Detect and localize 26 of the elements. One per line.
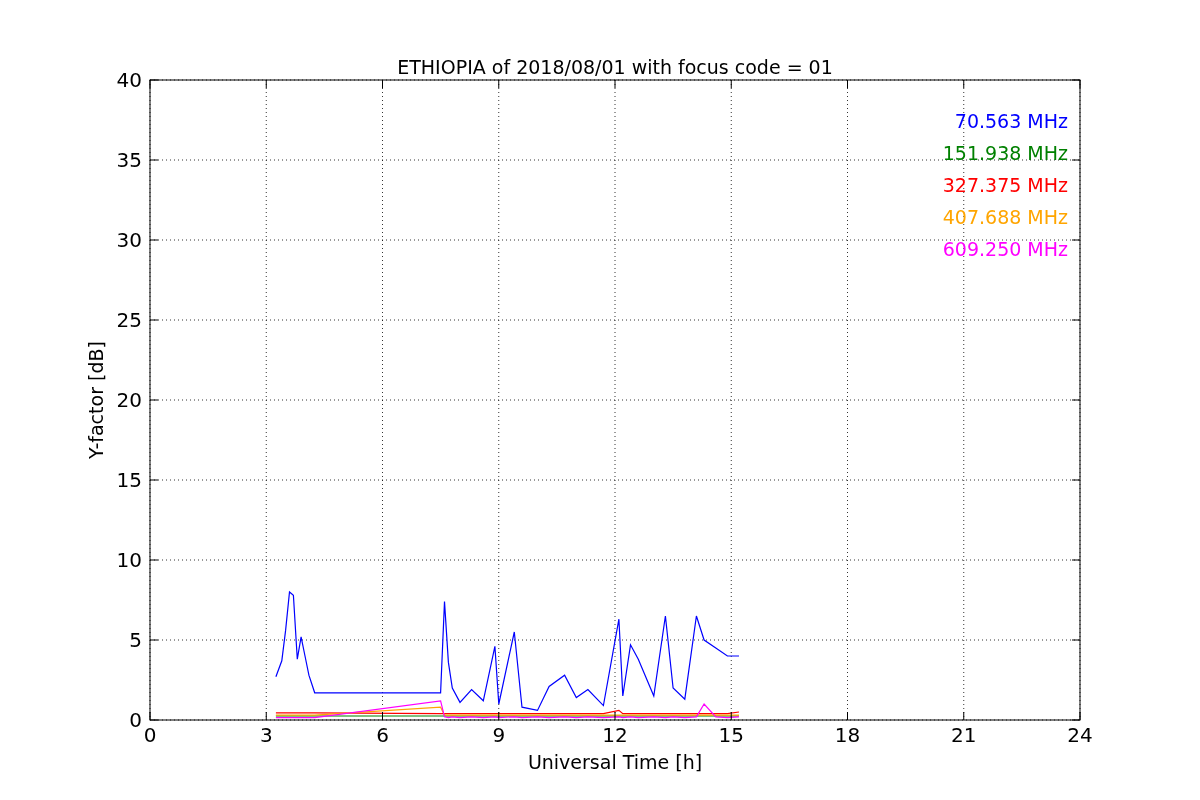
x-tick-label: 15 (718, 723, 744, 747)
x-tick-label: 6 (376, 723, 389, 747)
x-tick-label: 3 (259, 723, 273, 747)
y-axis-label: Y-factor [dB] (85, 341, 107, 459)
chart-title: ETHIOPIA of 2018/08/01 with focus code = 01 (397, 56, 833, 78)
x-tick-label: 24 (1067, 723, 1093, 747)
legend-label: 327.375 MHz (942, 174, 1068, 196)
y-tick-label: 25 (116, 308, 142, 332)
legend-label: 70.563 MHz (954, 110, 1068, 132)
x-tick-label: 0 (143, 723, 157, 747)
y-tick-label: 15 (116, 468, 142, 492)
y-tick-label: 35 (116, 148, 142, 172)
y-tick-label: 20 (116, 388, 142, 412)
legend-label: 151.938 MHz (942, 142, 1068, 164)
x-tick-label: 21 (951, 723, 977, 747)
legend-label: 407.688 MHz (942, 206, 1068, 228)
x-axis-label: Universal Time [h] (527, 751, 703, 773)
legend-label: 609.250 MHz (942, 238, 1068, 260)
x-tick-label: 9 (492, 723, 506, 747)
x-tick-label: 18 (834, 723, 861, 747)
y-tick-label: 5 (129, 628, 142, 652)
y-tick-label: 10 (116, 548, 142, 572)
y-tick-label: 40 (116, 68, 142, 92)
x-tick-label: 12 (602, 723, 628, 747)
y-tick-label: 0 (129, 708, 142, 732)
y-tick-label: 30 (116, 228, 142, 252)
